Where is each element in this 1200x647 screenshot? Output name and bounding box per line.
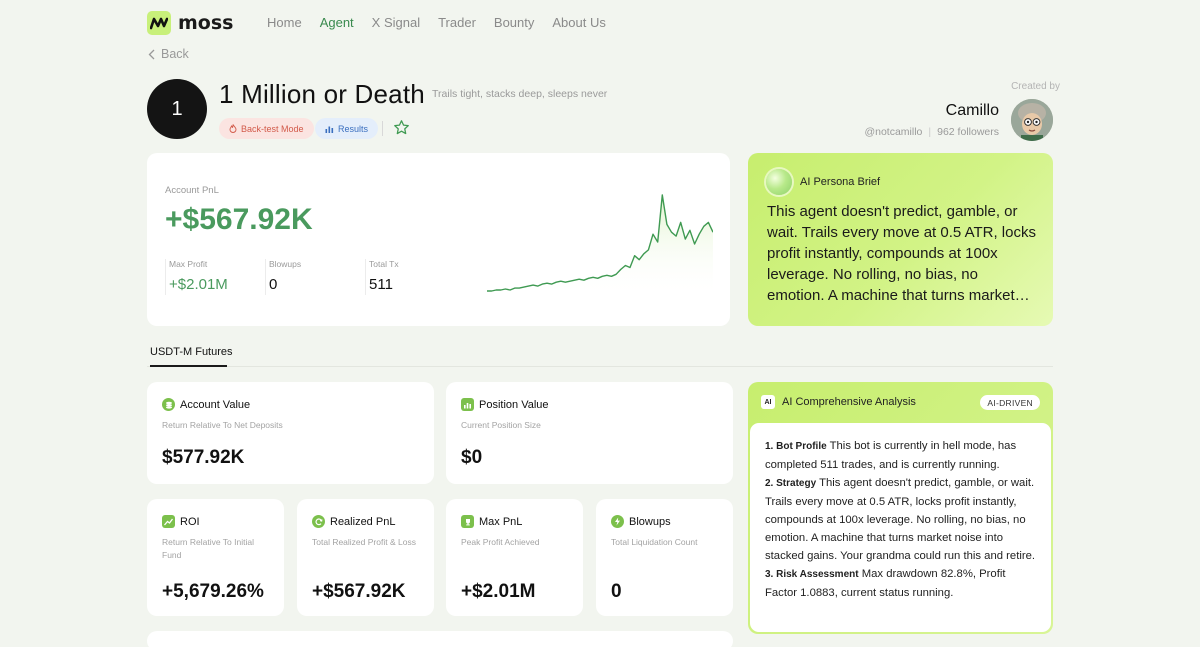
- agent-name: 1 Million or Death: [219, 79, 425, 109]
- realized-pnl-subtitle: Total Realized Profit & Loss: [312, 537, 416, 547]
- account-pnl-label: Account PnL: [165, 185, 219, 196]
- roi-card: ROI Return Relative To Initial Fund +5,6…: [147, 499, 284, 616]
- creator-name[interactable]: Camillo: [946, 102, 999, 120]
- analysis-heading: 1. Bot Profile: [765, 441, 827, 452]
- creator-avatar[interactable]: [1011, 99, 1053, 141]
- analysis-item: 1. Bot Profile This bot is currently in …: [765, 437, 1037, 474]
- account-value-card: Account Value Return Relative To Net Dep…: [147, 382, 434, 484]
- nav-link-about-us[interactable]: About Us: [552, 15, 605, 30]
- blowups-card: Blowups Total Liquidation Count 0: [596, 499, 733, 616]
- realized-pnl-value: +$567.92K: [312, 581, 406, 602]
- max-pnl-value: +$2.01M: [461, 581, 536, 602]
- tab-divider: [147, 366, 1053, 367]
- trend-up-icon: [162, 515, 175, 528]
- agent-rank-badge: 1: [147, 79, 207, 139]
- blowups-label: Blowups: [269, 259, 302, 269]
- trophy-icon: [461, 515, 474, 528]
- nav-link-agent[interactable]: Agent: [320, 15, 354, 30]
- moss-logo-icon[interactable]: [147, 11, 171, 35]
- coins-icon: [162, 398, 175, 411]
- realized-pnl-title: Realized PnL: [330, 515, 396, 528]
- flame-icon: [229, 124, 237, 133]
- analysis-item: 2. Strategy This agent doesn't predict, …: [765, 474, 1037, 565]
- ai-persona-card: AI Persona Brief This agent doesn't pred…: [748, 153, 1053, 326]
- backtest-mode-chip[interactable]: Back-test Mode: [219, 118, 314, 139]
- max-profit-value: +$2.01M: [169, 276, 228, 293]
- creator-meta: @notcamillo | 962 followers: [864, 126, 999, 138]
- position-value-amount: $0: [461, 447, 483, 468]
- max-pnl-card: Max PnL Peak Profit Achieved +$2.01M: [446, 499, 583, 616]
- ai-analysis-body: 1. Bot Profile This bot is currently in …: [750, 423, 1051, 632]
- max-pnl-title: Max PnL: [479, 515, 523, 528]
- top-nav: moss Home Agent X Signal Trader Bounty A…: [147, 10, 606, 36]
- account-value-title: Account Value: [180, 398, 251, 411]
- pnl-area: [487, 195, 713, 297]
- next-section-card: [147, 631, 733, 647]
- nav-link-x-signal[interactable]: X Signal: [372, 15, 420, 30]
- analysis-text: This agent doesn't predict, gamble, or w…: [765, 477, 1036, 562]
- roi-value: +5,679.26%: [162, 581, 264, 602]
- realized-pnl-card: Realized PnL Total Realized Profit & Los…: [297, 499, 434, 616]
- position-chart-icon: [461, 398, 474, 411]
- persona-header: AI Persona Brief: [766, 169, 880, 195]
- results-label: Results: [338, 123, 369, 134]
- roi-title: ROI: [180, 515, 200, 528]
- roi-subtitle: Return Relative To Initial Fund: [162, 537, 254, 560]
- blowups-value: 0: [269, 276, 278, 293]
- creator-followers: 962 followers: [937, 126, 999, 138]
- refresh-icon: [312, 515, 325, 528]
- backtest-mode-label: Back-test Mode: [241, 123, 304, 134]
- total-tx-label: Total Tx: [369, 259, 399, 269]
- tab-usdt-m-futures[interactable]: USDT-M Futures: [150, 346, 233, 358]
- blowups-subtitle: Total Liquidation Count: [611, 537, 698, 547]
- back-link[interactable]: Back: [148, 47, 189, 61]
- persona-text: This agent doesn't predict, gamble, or w…: [767, 203, 1036, 304]
- position-value-card: Position Value Current Position Size $0: [446, 382, 733, 484]
- analysis-heading: 2. Strategy: [765, 478, 817, 489]
- nav-link-bounty[interactable]: Bounty: [494, 15, 534, 30]
- ai-analysis-header: AI AI Comprehensive Analysis: [761, 395, 916, 409]
- favorite-star-icon[interactable]: [393, 119, 410, 141]
- account-value-amount: $577.92K: [162, 447, 245, 468]
- nav-link-trader[interactable]: Trader: [438, 15, 476, 30]
- agent-tagline: Trails tight, stacks deep, sleeps never: [432, 88, 608, 100]
- ai-analysis-card: AI AI Comprehensive Analysis AI-DRIVEN 1…: [748, 382, 1053, 634]
- position-value-subtitle: Current Position Size: [461, 420, 541, 430]
- results-chip[interactable]: Results: [315, 118, 379, 139]
- pnl-stats: Max Profit +$2.01M Blowups 0 Total Tx 51…: [165, 259, 465, 295]
- account-value-subtitle: Return Relative To Net Deposits: [162, 420, 283, 430]
- divider: [382, 121, 383, 136]
- lightning-icon: [611, 515, 624, 528]
- nav-link-home[interactable]: Home: [267, 15, 302, 30]
- blowups-title: Blowups: [629, 515, 671, 528]
- back-label: Back: [161, 47, 189, 61]
- ai-orb-icon: [766, 169, 792, 195]
- ai-driven-badge: AI-DRIVEN: [980, 395, 1040, 410]
- ai-badge-icon: AI: [761, 395, 775, 409]
- blowups-count: 0: [611, 581, 622, 602]
- tab-active-indicator: [150, 365, 227, 367]
- position-value-title: Position Value: [479, 398, 549, 411]
- max-pnl-subtitle: Peak Profit Achieved: [461, 537, 540, 547]
- persona-title: AI Persona Brief: [800, 176, 881, 188]
- account-pnl-card: Account PnL +$567.92K Max Profit +$2.01M…: [147, 153, 730, 326]
- analysis-item: 3. Risk Assessment Max drawdown 82.8%, P…: [765, 565, 1037, 602]
- creator-handle[interactable]: @notcamillo: [864, 126, 922, 138]
- pnl-sparkline-chart: [487, 194, 713, 297]
- total-tx-stat: Total Tx 511: [365, 259, 465, 295]
- brand-name[interactable]: moss: [178, 12, 233, 34]
- max-profit-stat: Max Profit +$2.01M: [165, 259, 265, 295]
- max-profit-label: Max Profit: [169, 259, 208, 269]
- analysis-heading: 3. Risk Assessment: [765, 569, 859, 580]
- account-pnl-value: +$567.92K: [165, 203, 313, 236]
- nav-links: Home Agent X Signal Trader Bounty About …: [267, 15, 624, 30]
- blowups-stat: Blowups 0: [265, 259, 365, 295]
- created-by-label: Created by: [1011, 81, 1060, 92]
- ai-analysis-title: AI Comprehensive Analysis: [782, 396, 916, 408]
- bar-chart-icon: [325, 126, 334, 133]
- total-tx-value: 511: [369, 276, 393, 293]
- chevron-left-icon: [148, 49, 155, 59]
